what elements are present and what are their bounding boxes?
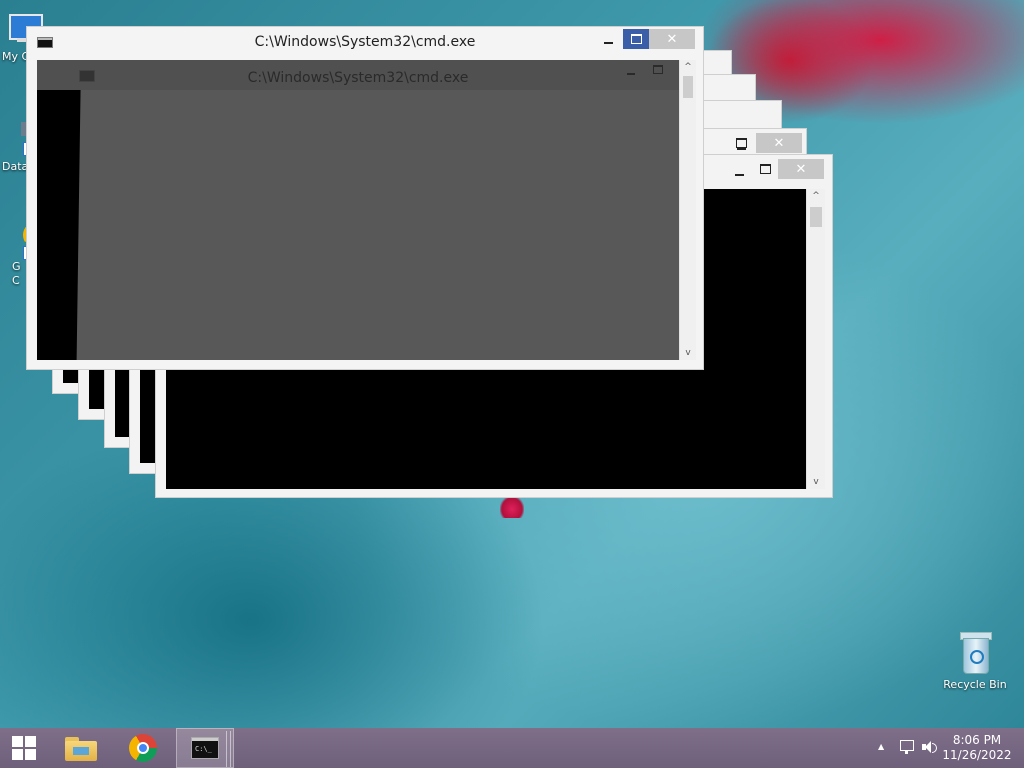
maximize-button[interactable] — [623, 29, 649, 49]
cmd-icon: C:\_ — [191, 737, 219, 759]
scroll-down-icon[interactable]: v — [807, 477, 825, 487]
close-button[interactable]: ✕ — [778, 159, 824, 179]
desktop-icon-recycle-bin[interactable]: Recycle Bin — [938, 630, 1012, 691]
close-button[interactable]: ✕ — [649, 29, 695, 49]
clock-date: 11/26/2022 — [942, 748, 1012, 762]
console-black-strip — [37, 60, 81, 360]
taskbar-file-explorer[interactable] — [58, 728, 104, 768]
scroll-up-icon[interactable]: ^ — [680, 62, 696, 72]
recycle-bin-icon — [958, 630, 992, 676]
minimize-button[interactable] — [595, 29, 621, 49]
ghost-title-bar: C:\Windows\System32\cmd.exe — [37, 60, 679, 90]
close-button[interactable]: ✕ — [756, 133, 802, 153]
title-bar[interactable]: C:\Windows\System32\cmd.exe ✕ — [27, 27, 703, 57]
taskbar: C:\_ ▲ 8:06 PM 11/26/2022 — [0, 728, 1024, 768]
ghost-window-title: C:\Windows\System32\cmd.exe — [247, 70, 469, 86]
network-icon[interactable] — [900, 740, 914, 754]
maximize-button[interactable] — [728, 133, 754, 153]
scroll-thumb[interactable] — [683, 76, 693, 98]
taskbar-cmd[interactable]: C:\_ — [176, 728, 234, 768]
system-tray: ▲ 8:06 PM 11/26/2022 — [864, 728, 1024, 768]
folder-icon — [65, 735, 97, 761]
scroll-up-icon[interactable]: ^ — [807, 191, 825, 201]
wallpaper-petal — [500, 496, 524, 518]
minimize-icon — [627, 73, 635, 75]
scroll-thumb[interactable] — [810, 207, 822, 227]
minimize-button[interactable] — [726, 161, 752, 181]
maximize-button[interactable] — [752, 159, 778, 179]
cmd-window-active[interactable]: C:\Windows\System32\cmd.exe ✕ C:\Windows… — [26, 26, 704, 370]
windows-logo-icon — [12, 736, 36, 760]
vertical-scrollbar[interactable]: ^ v — [679, 60, 696, 360]
scroll-down-icon[interactable]: v — [680, 348, 696, 358]
maximize-icon — [653, 65, 663, 74]
clock-time: 8:06 PM — [952, 733, 1002, 747]
volume-icon[interactable] — [922, 740, 937, 754]
show-hidden-icons-chevron[interactable]: ▲ — [878, 742, 884, 751]
console-area[interactable]: C:\Windows\System32\cmd.exe — [37, 60, 679, 360]
desktop-icon-label: Recycle Bin — [943, 678, 1007, 691]
start-button[interactable] — [0, 728, 48, 768]
clock[interactable]: 8:06 PM 11/26/2022 — [942, 733, 1012, 763]
vertical-scrollbar[interactable]: ^ v — [806, 189, 825, 489]
chrome-icon — [129, 734, 157, 762]
taskbar-chrome[interactable] — [120, 728, 166, 768]
